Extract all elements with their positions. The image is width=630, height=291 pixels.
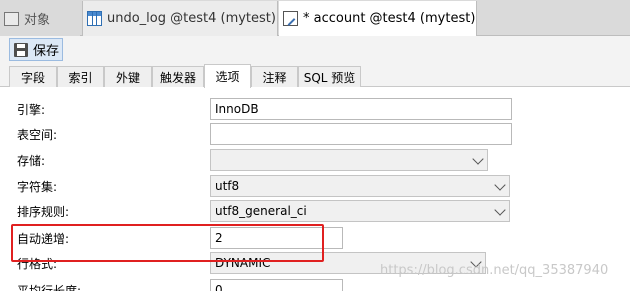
avg-row-length-label: 平均行长度: <box>17 284 82 291</box>
row-format-value: DYNAMIC <box>215 256 271 270</box>
tablespace-label: 表空间: <box>17 128 58 142</box>
tab-objects[interactable]: 对象 <box>0 1 80 36</box>
charset-value: utf8 <box>215 179 240 193</box>
auto-increment-value: 2 <box>215 231 223 245</box>
auto-increment-label: 自动递增: <box>17 232 70 246</box>
tab-comment-label: 注释 <box>262 70 287 85</box>
tab-account-label: * account @test4 (mytest) - ... <box>303 11 476 26</box>
table-design-icon <box>283 11 298 26</box>
tab-fields[interactable]: 字段 <box>9 66 57 87</box>
tab-triggers[interactable]: 触发器 <box>152 66 204 87</box>
tab-options-label: 选项 <box>215 70 240 84</box>
tab-sql-preview-label: SQL 预览 <box>303 70 356 85</box>
save-icon <box>14 42 28 57</box>
avg-row-length-value: 0 <box>215 283 223 291</box>
tab-indexes-label: 索引 <box>68 70 93 85</box>
charset-select[interactable]: utf8 <box>210 175 510 197</box>
charset-row: 字符集: utf8 <box>0 173 630 199</box>
tab-indexes[interactable]: 索引 <box>57 66 104 87</box>
avg-row-length-row: 平均行长度: 0 <box>0 277 630 291</box>
storage-row: 存储: <box>0 147 630 173</box>
toolbar: 保存 <box>0 36 630 64</box>
tablespace-row: 表空间: <box>0 121 630 147</box>
charset-label: 字符集: <box>17 180 58 194</box>
tab-account-design[interactable]: * account @test4 (mytest) - ... <box>279 1 477 36</box>
engine-row: 引擎: InnoDB <box>0 96 630 122</box>
storage-select[interactable] <box>210 149 488 171</box>
chevron-down-icon <box>472 153 484 165</box>
tab-options[interactable]: 选项 <box>204 64 251 88</box>
tab-comment[interactable]: 注释 <box>251 66 298 87</box>
document-tab-strip: 对象 undo_log @test4 (mytest) - ... * acco… <box>0 0 630 36</box>
tab-foreign-keys[interactable]: 外键 <box>104 66 152 87</box>
engine-input[interactable]: InnoDB <box>210 98 512 120</box>
objects-icon <box>4 11 19 26</box>
save-button-label: 保存 <box>33 44 60 59</box>
chevron-down-icon <box>494 204 506 216</box>
collation-row: 排序规则: utf8_general_ci <box>0 198 630 224</box>
auto-increment-input[interactable]: 2 <box>210 227 343 249</box>
collation-value: utf8_general_ci <box>215 204 307 218</box>
collation-label: 排序规则: <box>17 205 70 219</box>
tab-sql-preview[interactable]: SQL 预览 <box>298 66 361 87</box>
tab-objects-label: 对象 <box>24 13 51 28</box>
tab-foreign-keys-label: 外键 <box>115 70 140 85</box>
engine-label: 引擎: <box>17 103 46 117</box>
engine-value: InnoDB <box>215 102 259 116</box>
row-format-label: 行格式: <box>17 257 58 271</box>
options-form: 引擎: InnoDB 表空间: 存储: 字符集: utf8 排序规则: utf8… <box>0 88 630 291</box>
row-format-select[interactable]: DYNAMIC <box>210 252 486 274</box>
chevron-down-icon <box>470 256 482 268</box>
save-button[interactable]: 保存 <box>9 38 63 61</box>
collation-select[interactable]: utf8_general_ci <box>210 200 510 222</box>
row-format-row: 行格式: DYNAMIC <box>0 250 630 276</box>
table-icon <box>87 11 102 26</box>
tab-triggers-label: 触发器 <box>159 70 196 85</box>
tab-fields-label: 字段 <box>20 70 45 85</box>
avg-row-length-input[interactable]: 0 <box>210 279 343 291</box>
tab-undo-log[interactable]: undo_log @test4 (mytest) - ... <box>82 1 278 36</box>
tablespace-input[interactable] <box>210 123 512 145</box>
designer-tab-bar: 字段 索引 外键 触发器 选项 注释 SQL 预览 <box>0 64 630 88</box>
tab-undo-log-label: undo_log @test4 (mytest) - ... <box>107 11 277 26</box>
storage-label: 存储: <box>17 154 46 168</box>
auto-increment-row: 自动递增: 2 <box>0 225 630 251</box>
chevron-down-icon <box>494 179 506 191</box>
